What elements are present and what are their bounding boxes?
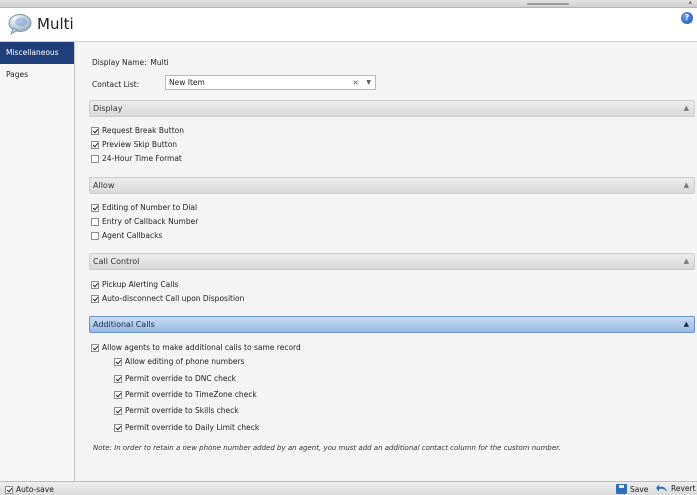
chevron-down-icon[interactable]: ▼	[366, 76, 371, 89]
checkbox-label: Editing of Number to Dial	[102, 203, 198, 212]
checkbox-allow-editing-phone-numbers[interactable]: Allow editing of phone numbers	[114, 357, 244, 366]
checkbox-box[interactable]	[91, 154, 99, 163]
checkbox-label: Preview Skip Button	[102, 140, 178, 149]
section-allow-header[interactable]: Allow ▲	[89, 177, 695, 194]
collapse-icon[interactable]: ▲	[684, 317, 689, 332]
checkbox-preview-skip-button[interactable]: Preview Skip Button	[91, 140, 177, 149]
revert-label: Revert	[671, 484, 696, 493]
main-panel: Display Name: Multi Contact List: New It…	[76, 42, 697, 481]
collapse-icon[interactable]: ▲	[684, 254, 689, 269]
collapse-icon[interactable]: ▲	[684, 101, 689, 116]
checkbox-pickup-alerting-calls[interactable]: Pickup Alerting Calls	[91, 280, 178, 289]
checkbox-label: 24-Hour Time Format	[102, 154, 182, 163]
clear-icon[interactable]: ×	[352, 76, 359, 89]
checkbox-label: Pickup Alerting Calls	[102, 280, 179, 289]
contact-list-label: Contact List:	[92, 80, 140, 89]
display-name-row: Display Name: Multi	[92, 58, 169, 67]
checkbox-label: Agent Callbacks	[102, 231, 163, 240]
checkbox-label: Permit override to TimeZone check	[125, 390, 257, 399]
checkbox-label: Allow agents to make additional calls to…	[102, 343, 301, 352]
checkbox-label: Request Break Button	[102, 126, 184, 135]
checkbox-editing-of-number-to-dial[interactable]: Editing of Number to Dial	[91, 203, 197, 212]
collapse-top-icon[interactable]: ▴	[688, 0, 692, 6]
collapse-icon[interactable]: ▲	[684, 178, 689, 193]
revert-arrow-icon	[656, 484, 667, 492]
page-header: Multi ?	[0, 8, 697, 42]
checkbox-label: Permit override to DNC check	[125, 374, 236, 383]
contact-list-select[interactable]: New Item × ▼	[165, 75, 376, 90]
checkbox-allow-additional-calls[interactable]: Allow agents to make additional calls to…	[91, 343, 301, 352]
checkbox-auto-disconnect-call[interactable]: Auto-disconnect Call upon Disposition	[91, 294, 244, 303]
floppy-disk-icon	[616, 484, 627, 494]
checkbox-box[interactable]	[91, 280, 99, 289]
section-call-control-header[interactable]: Call Control ▲	[89, 253, 695, 270]
checkbox-box[interactable]	[114, 406, 122, 415]
checkbox-24-hour-time-format[interactable]: 24-Hour Time Format	[91, 154, 182, 163]
status-bar: Auto-save Save Revert	[0, 481, 697, 495]
auto-save-label: Auto-save	[16, 485, 54, 494]
checkbox-override-dnc[interactable]: Permit override to DNC check	[114, 374, 236, 383]
custom-number-note: Note: In order to retain a new phone num…	[93, 444, 561, 452]
revert-button[interactable]: Revert	[656, 484, 696, 493]
checkbox-request-break-button[interactable]: Request Break Button	[91, 126, 184, 135]
window-top-bar: ▴	[0, 0, 697, 8]
sidebar-item-pages[interactable]: Pages	[0, 64, 74, 86]
checkbox-override-skills[interactable]: Permit override to Skills check	[114, 406, 239, 415]
checkbox-label: Permit override to Daily Limit check	[125, 423, 260, 432]
page-title: Multi	[37, 15, 74, 33]
sidebar: Miscellaneous Pages	[0, 42, 75, 481]
display-name-value: Multi	[150, 58, 169, 67]
checkbox-box[interactable]	[91, 126, 99, 135]
save-button[interactable]: Save	[616, 484, 648, 494]
checkbox-box[interactable]	[114, 374, 122, 383]
checkbox-box[interactable]	[91, 203, 99, 212]
checkbox-label: Allow editing of phone numbers	[125, 357, 245, 366]
checkbox-box[interactable]	[91, 231, 99, 240]
section-additional-calls-title: Additional Calls	[93, 320, 155, 329]
section-call-control-title: Call Control	[93, 257, 140, 266]
checkbox-box[interactable]	[114, 423, 122, 432]
checkbox-box[interactable]	[91, 294, 99, 303]
contact-list-value: New Item	[169, 78, 205, 87]
checkbox-box[interactable]	[91, 140, 99, 149]
checkbox-label: Permit override to Skills check	[125, 406, 239, 415]
resize-grip[interactable]	[527, 3, 569, 5]
contact-list-row: Contact List: New Item × ▼	[92, 75, 376, 90]
auto-save-checkbox[interactable]: Auto-save	[5, 485, 54, 494]
save-label: Save	[630, 484, 649, 494]
checkbox-box[interactable]	[114, 390, 122, 399]
checkbox-entry-of-callback-number[interactable]: Entry of Callback Number	[91, 217, 198, 226]
section-allow-title: Allow	[93, 181, 115, 190]
checkbox-override-daily-limit[interactable]: Permit override to Daily Limit check	[114, 423, 259, 432]
checkbox-agent-callbacks[interactable]: Agent Callbacks	[91, 231, 162, 240]
checkbox-box[interactable]	[5, 485, 13, 494]
checkbox-box[interactable]	[91, 217, 99, 226]
section-display-title: Display	[93, 104, 123, 113]
checkbox-box[interactable]	[114, 357, 122, 366]
display-name-label: Display Name:	[92, 58, 147, 67]
checkbox-label: Entry of Callback Number	[102, 217, 199, 226]
checkbox-box[interactable]	[91, 343, 99, 352]
checkbox-override-timezone[interactable]: Permit override to TimeZone check	[114, 390, 257, 399]
chat-bubble-icon	[8, 14, 32, 35]
checkbox-label: Auto-disconnect Call upon Disposition	[102, 294, 245, 303]
sidebar-item-miscellaneous[interactable]: Miscellaneous	[0, 42, 74, 64]
section-display-header[interactable]: Display ▲	[89, 100, 695, 117]
section-additional-calls-header[interactable]: Additional Calls ▲	[89, 316, 695, 333]
help-icon[interactable]: ?	[681, 12, 693, 24]
